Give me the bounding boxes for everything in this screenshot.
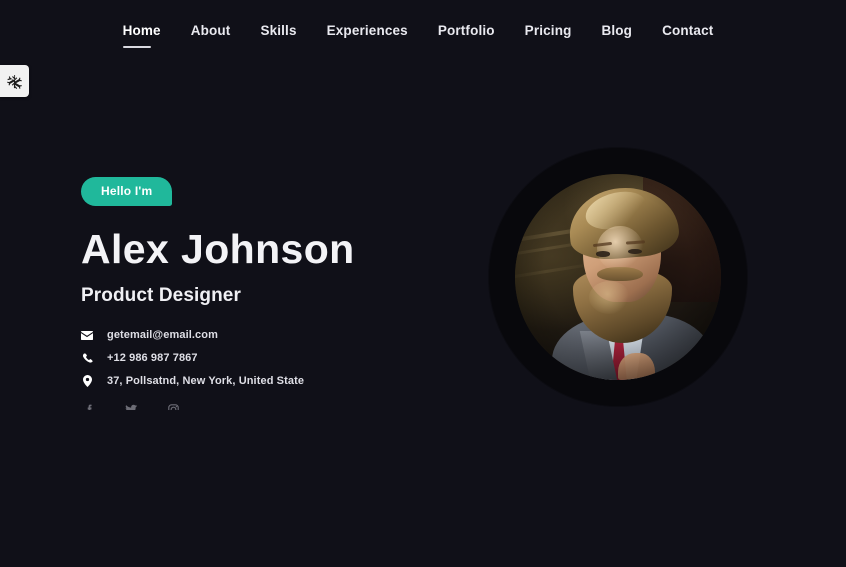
contact-email-value: getemail@email.com <box>107 329 218 342</box>
hero-name: Alex Johnson <box>81 226 355 272</box>
main-navigation: Home About Skills Experiences Portfolio … <box>0 0 846 66</box>
hero-text-block: Hello I'm Alex Johnson Product Designer … <box>81 177 461 410</box>
site-header: Home About Skills Experiences Portfolio … <box>0 0 846 66</box>
portrait <box>489 148 747 406</box>
nav-item-about[interactable]: About <box>190 19 232 48</box>
envelope-icon <box>81 330 93 340</box>
social-links <box>81 401 461 410</box>
snowflake-icon <box>7 74 22 89</box>
hello-badge: Hello I'm <box>81 177 173 206</box>
nav-item-blog[interactable]: Blog <box>600 19 633 48</box>
contact-list: getemail@email.com +12 986 987 7867 37, … <box>81 329 461 388</box>
nav-item-pricing[interactable]: Pricing <box>524 19 573 48</box>
portrait-photo-canvas <box>515 174 721 380</box>
nav-item-portfolio[interactable]: Portfolio <box>437 19 496 48</box>
hero-role: Product Designer <box>81 285 241 307</box>
nav-item-contact[interactable]: Contact <box>661 19 714 48</box>
contact-phone[interactable]: +12 986 987 7867 <box>81 352 461 364</box>
hero-section: Hello I'm Alex Johnson Product Designer … <box>0 66 846 567</box>
phone-icon <box>81 353 93 364</box>
nav-item-experiences[interactable]: Experiences <box>326 19 409 48</box>
theme-toggle-button[interactable] <box>0 65 29 97</box>
facebook-icon[interactable] <box>81 401 97 410</box>
nav-item-home[interactable]: Home <box>122 19 162 48</box>
portrait-photo <box>515 174 721 380</box>
photo-vignette <box>515 174 721 380</box>
nav-item-skills[interactable]: Skills <box>259 19 297 48</box>
contact-phone-value: +12 986 987 7867 <box>107 352 198 365</box>
instagram-icon[interactable] <box>165 401 181 410</box>
contact-email[interactable]: getemail@email.com <box>81 329 461 341</box>
twitter-icon[interactable] <box>123 401 139 410</box>
location-pin-icon <box>81 375 93 388</box>
contact-address[interactable]: 37, Pollsatnd, New York, United State <box>81 375 461 388</box>
contact-address-value: 37, Pollsatnd, New York, United State <box>107 375 305 388</box>
